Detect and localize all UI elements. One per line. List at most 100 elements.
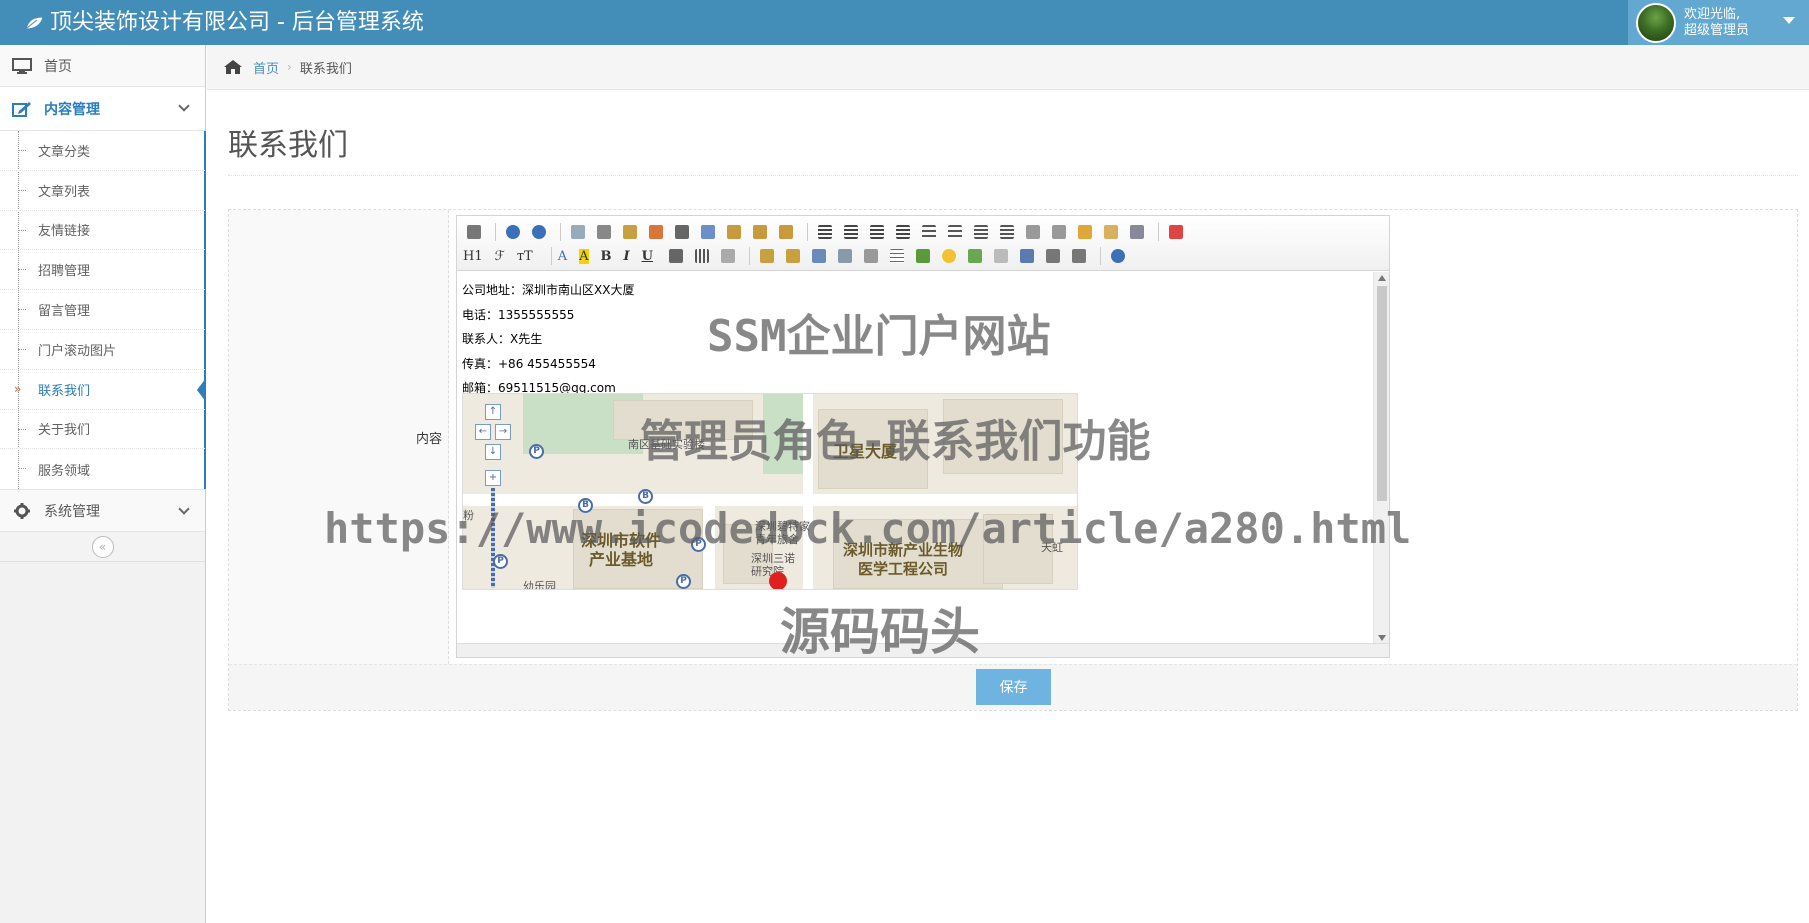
paste-icon[interactable] — [723, 222, 745, 242]
scroll-thumb[interactable] — [1377, 286, 1387, 501]
redo-icon[interactable] — [528, 222, 550, 242]
sidebar-item-carousel[interactable]: 门户滚动图片 — [0, 330, 205, 370]
avatar[interactable] — [1636, 2, 1676, 43]
sidebar-item-home[interactable]: 首页 — [0, 45, 205, 87]
justify-icon[interactable] — [892, 222, 914, 242]
brand-title: 顶尖装饰设计有限公司 - 后台管理系统 — [50, 9, 424, 35]
editor-resize-bar[interactable] — [457, 643, 1389, 657]
anchor-icon[interactable] — [1016, 246, 1038, 266]
attachment-icon[interactable] — [860, 246, 882, 266]
align-center-icon[interactable] — [840, 222, 862, 242]
gear-icon — [14, 502, 30, 519]
superscript-icon[interactable] — [1048, 222, 1070, 242]
horizontal-rule-icon[interactable] — [691, 246, 713, 266]
sidebar-item-article-list[interactable]: 文章列表 — [0, 171, 205, 211]
collapse-sidebar-button[interactable]: « — [91, 535, 114, 558]
parking-icon: P — [691, 537, 706, 552]
map-pan-down-button[interactable]: ↓ — [485, 444, 501, 460]
select-all-icon[interactable] — [1126, 222, 1148, 242]
fullscreen-icon[interactable] — [1165, 222, 1187, 242]
preview-icon[interactable] — [567, 222, 589, 242]
map-label-kindergarten: 幼乐园 — [523, 580, 556, 590]
sidebar-item-messages[interactable]: 留言管理 — [0, 290, 205, 330]
link-icon[interactable] — [1042, 246, 1064, 266]
sidebar-item-service-areas[interactable]: 服务领域 — [0, 449, 205, 489]
page-break-icon[interactable] — [990, 246, 1012, 266]
map-zoom-slider[interactable] — [491, 488, 495, 588]
bus-stop-icon: B — [638, 489, 653, 504]
font-size-select[interactable]: тT — [517, 249, 533, 264]
map-pan-up-button[interactable]: ↑ — [485, 404, 501, 420]
paste-word-icon[interactable] — [775, 222, 797, 242]
breadcrumb-home-link[interactable]: 首页 — [253, 58, 279, 77]
image-insert-icon[interactable] — [756, 246, 778, 266]
sidebar-item-article-category[interactable]: 文章分类 — [0, 131, 205, 171]
chevron-down-icon — [178, 503, 190, 515]
sidebar-item-contact-us[interactable]: » 联系我们 — [0, 370, 206, 410]
font-family-select[interactable]: ℱ — [495, 249, 505, 264]
undo-icon[interactable] — [502, 222, 524, 242]
parking-icon: P — [676, 574, 691, 589]
help-icon[interactable] — [1107, 246, 1129, 266]
flash-icon[interactable] — [808, 246, 830, 266]
unlink-icon[interactable] — [1068, 246, 1090, 266]
scroll-up-icon[interactable] — [1378, 275, 1386, 281]
font-color-button[interactable]: A — [558, 249, 567, 264]
strikethrough-icon[interactable] — [665, 246, 687, 266]
sidebar-item-content-mgmt[interactable]: 内容管理 — [0, 87, 205, 131]
emoticon-icon[interactable] — [938, 246, 960, 266]
map-label-bio-company: 深圳市新产业生物 医学工程公司 — [843, 541, 964, 578]
sidebar-item-label: 服务领域 — [38, 463, 91, 479]
editor-scrollbar[interactable] — [1373, 272, 1389, 644]
rich-text-editor[interactable]: H1 ℱ тT A A B I U 公司地址：深圳市南山区XX大厦 电话：135… — [456, 215, 1390, 658]
save-button[interactable]: 保存 — [976, 669, 1051, 705]
submenu-content: 文章分类 文章列表 友情链接 招聘管理 留言管理 门户滚动图片 » 联系我们 关于… — [0, 131, 206, 491]
scroll-down-icon[interactable] — [1378, 635, 1386, 641]
map-icon[interactable] — [964, 246, 986, 266]
align-left-icon[interactable] — [814, 222, 836, 242]
map-zoom-in-button[interactable]: + — [485, 470, 501, 486]
clear-format-icon[interactable] — [1074, 222, 1096, 242]
underline-button[interactable]: U — [642, 249, 653, 264]
toolbar-separator — [550, 247, 552, 265]
tree-dot — [18, 150, 26, 151]
toolbar-separator — [1158, 223, 1159, 241]
sidebar-item-about-us[interactable]: 关于我们 — [0, 410, 205, 450]
quick-format-icon[interactable] — [1100, 222, 1122, 242]
paste-text-icon[interactable] — [749, 222, 771, 242]
italic-button[interactable]: I — [624, 249, 630, 264]
sidebar-item-recruitment[interactable]: 招聘管理 — [0, 250, 205, 291]
sidebar-item-friend-links[interactable]: 友情链接 — [0, 211, 205, 251]
map-pan-left-button[interactable]: ← — [475, 424, 491, 440]
leaf-icon — [25, 15, 44, 30]
outdent-icon[interactable] — [996, 222, 1018, 242]
caret-down-icon[interactable] — [1783, 17, 1795, 24]
copy-icon[interactable] — [697, 222, 719, 242]
breadcrumb: 首页 › 联系我们 — [207, 45, 1809, 90]
template-icon[interactable] — [619, 222, 641, 242]
content-line-phone: 电话：1355555555 — [462, 307, 575, 322]
sidebar: 首页 内容管理 文章分类 文章列表 友情链接 招聘管理 留言管理 门户滚动图片 … — [0, 45, 206, 923]
print-icon[interactable] — [593, 222, 615, 242]
brand[interactable]: 顶尖装饰设计有限公司 - 后台管理系统 — [24, 0, 424, 45]
source-code-icon[interactable] — [463, 222, 485, 242]
bold-button[interactable]: B — [601, 249, 612, 264]
unordered-list-icon[interactable] — [944, 222, 966, 242]
eraser-icon[interactable] — [717, 246, 739, 266]
code-block-icon[interactable] — [645, 222, 667, 242]
map-image[interactable]: 卫星大厦 深圳市软件 产业基地 深圳市新产业生物 医学工程公司 南区基础实验楼 … — [462, 393, 1078, 590]
indent-icon[interactable] — [970, 222, 992, 242]
highlight-color-button[interactable]: A — [579, 248, 589, 264]
user-menu[interactable]: 欢迎光临, 超级管理员 — [1628, 0, 1809, 45]
align-right-icon[interactable] — [866, 222, 888, 242]
table-icon[interactable] — [886, 246, 908, 266]
heading-select[interactable]: H1 — [463, 249, 483, 264]
media-icon[interactable] — [834, 246, 856, 266]
cut-icon[interactable] — [671, 222, 693, 242]
multi-image-icon[interactable] — [782, 246, 804, 266]
sidebar-item-system-mgmt[interactable]: 系统管理 — [0, 490, 205, 533]
ordered-list-icon[interactable] — [918, 222, 940, 242]
map-pan-right-button[interactable]: → — [495, 424, 511, 440]
insert-row-icon[interactable] — [912, 246, 934, 266]
subscript-icon[interactable] — [1022, 222, 1044, 242]
